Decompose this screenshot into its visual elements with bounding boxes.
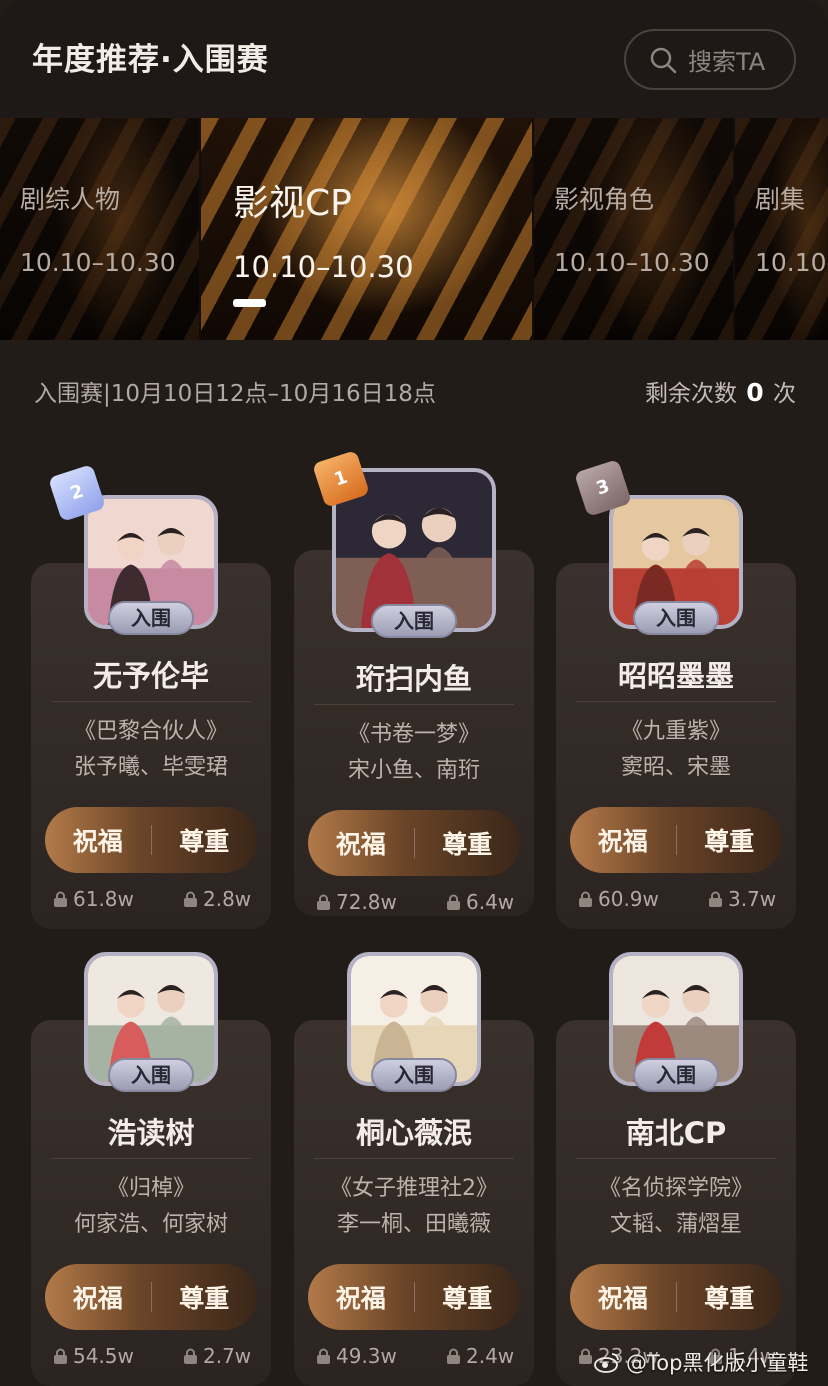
lock-icon xyxy=(579,1348,592,1364)
weibo-icon xyxy=(594,1353,619,1373)
divider xyxy=(51,1158,251,1159)
candidate-name: 南北CP xyxy=(625,1116,727,1150)
respect-count: 2.4w xyxy=(446,1344,514,1368)
work-title: 《名侦探学院》 xyxy=(598,1176,753,1201)
lock-icon xyxy=(447,1348,460,1364)
search-label: 搜索TA xyxy=(688,48,766,76)
lock-icon xyxy=(317,1348,330,1364)
work-title: 《书卷一梦》 xyxy=(347,722,480,747)
cast-names: 李一桐、田曦薇 xyxy=(336,1212,491,1237)
respect-button[interactable]: 尊重 xyxy=(677,822,783,858)
lock-icon xyxy=(54,891,67,907)
divider xyxy=(314,704,514,705)
lock-icon xyxy=(447,894,460,910)
divider xyxy=(576,701,776,702)
finalist-badge: 入围 xyxy=(633,601,719,635)
bless-button[interactable]: 祝福 xyxy=(308,1279,414,1315)
category-tabs: 剧综人物 10.10–10.30 影视CP 10.10–10.30 影视角色 1… xyxy=(0,118,828,340)
vote-actions: 祝福 尊重 xyxy=(308,810,520,876)
active-tab-indicator xyxy=(233,299,266,307)
bless-button[interactable]: 祝福 xyxy=(570,1279,676,1315)
tab-date: 10.10–10.30 xyxy=(554,248,710,277)
remaining-count: 0 xyxy=(746,378,764,407)
vote-actions: 祝福 尊重 xyxy=(570,807,782,873)
tab-date: 10.10–10.30 xyxy=(233,250,414,284)
vote-actions: 祝福 尊重 xyxy=(45,807,257,873)
divider xyxy=(576,1158,776,1159)
respect-button[interactable]: 尊重 xyxy=(415,1279,521,1315)
respect-count: 2.8w xyxy=(183,887,251,911)
lock-icon xyxy=(184,891,197,907)
watermark: @Top黑化版小童鞋 xyxy=(594,1347,808,1377)
tab-film-tv-role[interactable]: 影视角色 10.10–10.30 xyxy=(534,118,733,340)
respect-button[interactable]: 尊重 xyxy=(152,1279,258,1315)
tab-date: 10.10–10.30 xyxy=(20,248,176,277)
respect-button[interactable]: 尊重 xyxy=(152,822,258,858)
tab-name: 影视CP xyxy=(233,183,352,224)
tab-film-tv-cp[interactable]: 影视CP 10.10–10.30 xyxy=(201,118,532,340)
vote-actions: 祝福 尊重 xyxy=(308,1264,520,1330)
work-title: 《巴黎合伙人》 xyxy=(73,719,228,744)
work-title: 《九重紫》 xyxy=(620,719,731,744)
bless-button[interactable]: 祝福 xyxy=(45,1279,151,1315)
tab-name: 影视角色 xyxy=(554,185,655,214)
tab-drama-variety-person[interactable]: 剧综人物 10.10–10.30 xyxy=(0,118,199,340)
divider xyxy=(51,701,251,702)
respect-count: 6.4w xyxy=(446,890,514,914)
finalist-badge: 入围 xyxy=(371,1058,457,1092)
tab-name: 剧集 xyxy=(755,185,806,214)
candidate-name: 浩读树 xyxy=(107,1116,195,1150)
candidate-name: 无予伦毕 xyxy=(92,659,209,693)
finalist-badge: 入围 xyxy=(633,1058,719,1092)
lock-icon xyxy=(54,1348,67,1364)
tab-series[interactable]: 剧集 10.10– xyxy=(735,118,828,340)
respect-button[interactable]: 尊重 xyxy=(415,825,521,861)
respect-button[interactable]: 尊重 xyxy=(677,1279,783,1315)
bless-count: 49.3w xyxy=(316,1344,397,1368)
respect-count: 2.7w xyxy=(183,1344,251,1368)
search-button[interactable]: 搜索TA xyxy=(624,29,796,90)
lock-icon xyxy=(709,891,722,907)
divider xyxy=(314,1158,514,1159)
finalist-badge: 入围 xyxy=(371,604,457,638)
work-title: 《归棹》 xyxy=(106,1176,195,1201)
header: 年度推荐·入围赛 搜索TA xyxy=(0,0,828,118)
bless-count: 72.8w xyxy=(316,890,397,914)
tab-date: 10.10– xyxy=(755,248,828,277)
finalist-badge: 入围 xyxy=(108,601,194,635)
respect-count: 3.7w xyxy=(708,887,776,911)
bless-count: 60.9w xyxy=(578,887,659,911)
lock-icon xyxy=(184,1348,197,1364)
cast-names: 何家浩、何家树 xyxy=(73,1212,228,1237)
bless-button[interactable]: 祝福 xyxy=(570,822,676,858)
lock-icon xyxy=(579,891,592,907)
cast-names: 张予曦、毕雯珺 xyxy=(73,755,228,780)
lock-icon xyxy=(317,894,330,910)
bless-button[interactable]: 祝福 xyxy=(308,825,414,861)
candidate-name: 珩扫内鱼 xyxy=(355,662,472,696)
vote-actions: 祝福 尊重 xyxy=(570,1264,782,1330)
remaining-votes: 剩余次数 0 次 xyxy=(644,378,796,407)
candidate-name: 昭昭墨墨 xyxy=(617,659,734,693)
page-title: 年度推荐·入围赛 xyxy=(32,42,269,78)
search-icon xyxy=(650,47,677,73)
cast-names: 宋小鱼、南珩 xyxy=(347,758,480,783)
bless-count: 61.8w xyxy=(53,887,134,911)
bless-button[interactable]: 祝福 xyxy=(45,822,151,858)
finalist-badge: 入围 xyxy=(108,1058,194,1092)
work-title: 《女子推理社2》 xyxy=(330,1176,498,1201)
cast-names: 文韬、蒲熠星 xyxy=(609,1212,742,1237)
tab-name: 剧综人物 xyxy=(20,185,121,214)
candidate-name: 桐心薇泯 xyxy=(355,1116,472,1150)
cast-names: 窦昭、宋墨 xyxy=(620,755,731,780)
round-schedule: 入围赛|10月10日12点–10月16日18点 xyxy=(34,381,436,407)
bless-count: 54.5w xyxy=(53,1344,134,1368)
vote-actions: 祝福 尊重 xyxy=(45,1264,257,1330)
